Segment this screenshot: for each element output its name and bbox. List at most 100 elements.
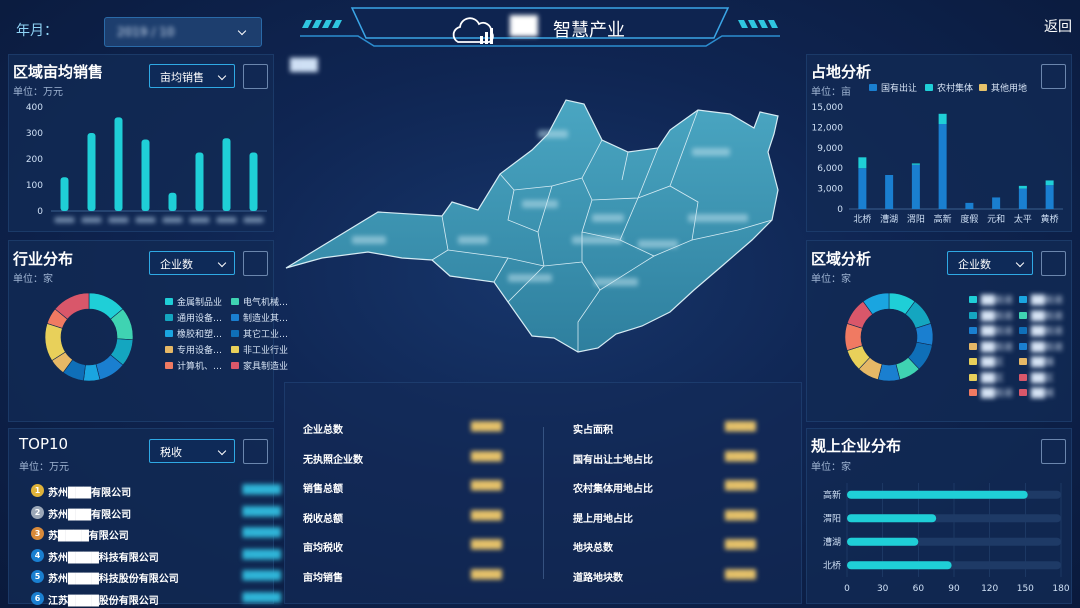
expand-icon[interactable]	[243, 439, 268, 464]
bar	[60, 177, 69, 211]
legend-swatch	[1019, 389, 1027, 396]
industry-panel: 行业分布 单位：家 企业数 金属制品业 电气机械… 通用设备… 制造业其… 橡胶和塑… 其…	[8, 240, 288, 422]
chevron-down-icon	[217, 446, 227, 456]
company-name: 苏████有限公司	[48, 531, 129, 542]
enterprise-panel: 规上企业分布 单位：家 0 30 60 90 120 150 180 高新 渭阳 漕湖 北桥	[806, 428, 1072, 604]
legend-state-owned: 国有出让	[869, 81, 917, 94]
legend-swatch	[1019, 311, 1027, 319]
table-row[interactable]: 5 苏州████科技股份有限公司 ▇▇▇▇▇	[31, 567, 281, 588]
company-value: ▇▇▇▇▇	[242, 527, 281, 538]
company-value: ▇▇▇▇▇	[242, 570, 281, 581]
legend-swatch	[231, 298, 239, 305]
region-sales-select[interactable]: 亩均销售	[149, 64, 235, 88]
bar	[249, 152, 258, 211]
select-value: 企业数	[958, 258, 991, 271]
x-tick-label: 度假	[960, 213, 978, 225]
stat-label: 企业总数	[303, 425, 343, 436]
month-select[interactable]: 2019 / 10	[104, 17, 262, 47]
chevron-down-icon	[217, 258, 227, 268]
x-tick-label: 渭阳	[907, 214, 925, 225]
chevron-down-icon	[217, 71, 227, 81]
table-row[interactable]: 2 苏州███有限公司 ▇▇▇▇▇	[31, 503, 281, 524]
y-tick-label: 漕湖	[823, 536, 841, 548]
x-tick-label	[81, 217, 102, 223]
bar-segment	[1045, 185, 1054, 209]
district-map[interactable]	[282, 90, 782, 380]
y-tick-label: 15,000	[812, 103, 844, 113]
expand-icon[interactable]	[1041, 64, 1066, 89]
table-row[interactable]: 1 苏州███有限公司 ▇▇▇▇▇	[31, 481, 281, 502]
legend-swatch	[1019, 342, 1027, 350]
bar-segment	[1018, 185, 1027, 189]
panel-unit: 单位：亩	[811, 87, 851, 98]
legend-label: 专用设备…	[177, 346, 223, 356]
legend-item: ██街道	[969, 324, 1013, 337]
x-tick-label: 高新	[934, 213, 952, 225]
stat-value: ▇▇▇▇	[725, 421, 756, 432]
panel-unit: 单位：万元	[19, 462, 69, 473]
x-tick-label	[216, 217, 237, 223]
legend-label: ██区	[1031, 373, 1054, 384]
bar-segment	[885, 175, 894, 209]
expand-icon[interactable]	[243, 251, 268, 276]
select-value: 税收	[160, 446, 182, 459]
chevron-down-icon	[1015, 258, 1025, 268]
expand-icon[interactable]	[1041, 439, 1066, 464]
legend-item: 制造业其…	[231, 311, 288, 324]
stat-value: ▇▇▇▇	[725, 509, 756, 521]
region-donut	[844, 292, 934, 382]
legend-label: ██城	[1031, 389, 1054, 399]
panel-title: 占地分析	[811, 63, 872, 81]
legend-label: ██街道	[1031, 296, 1063, 306]
legend-swatch	[969, 358, 977, 365]
table-row[interactable]: 4 苏州████科技有限公司 ▇▇▇▇▇	[31, 546, 281, 567]
bar	[847, 514, 937, 523]
legend-label: 橡胶和塑…	[177, 330, 223, 340]
y-tick-label: 0	[37, 207, 43, 217]
bar	[847, 537, 919, 546]
land-chart: 0 3,000 6,000 9,000 12,000 15,000 北桥 漕湖 渭阳 高新 度假 元和…	[812, 103, 1063, 225]
x-tick-label: 太平	[1014, 213, 1032, 225]
expand-icon[interactable]	[243, 64, 268, 89]
legend-swatch	[1019, 358, 1027, 365]
panel-title: 规上企业分布	[811, 437, 902, 455]
back-link[interactable]: 返回	[1044, 16, 1072, 36]
legend-other: 其他用地	[979, 81, 1027, 94]
company-name: 江苏████股份有限公司	[48, 595, 159, 607]
legend-collective: 农村集体	[925, 81, 973, 94]
legend-label: ██区	[981, 358, 1004, 368]
table-row[interactable]: 6 江苏████股份有限公司 ▇▇▇▇▇	[31, 589, 281, 608]
company-name: 苏州███有限公司	[48, 509, 132, 521]
legend-item: 非工业行业	[231, 343, 288, 356]
industry-select[interactable]: 企业数	[149, 251, 235, 275]
legend-swatch	[969, 342, 977, 350]
stat-value: ▇▇▇▇	[471, 421, 502, 432]
table-row[interactable]: 3 苏████有限公司 ▇▇▇▇▇	[31, 524, 281, 545]
legend-swatch	[969, 296, 977, 303]
chevron-down-icon	[237, 26, 247, 36]
company-value: ▇▇▇▇▇	[242, 548, 281, 560]
bar	[114, 117, 123, 211]
x-tick-label: 120	[981, 584, 998, 594]
select-value: 企业数	[160, 258, 193, 271]
bar-segment	[938, 113, 947, 124]
stat-label: 地块总数	[573, 543, 613, 555]
y-tick-label: 100	[26, 181, 43, 191]
legend-item: ██镇	[1019, 355, 1054, 368]
legend-item: 其它工业…	[231, 327, 288, 340]
legend-item: ██城	[1019, 386, 1054, 399]
rank-badge: 1	[31, 484, 44, 497]
expand-icon[interactable]	[1041, 251, 1066, 276]
region-select[interactable]: 企业数	[947, 251, 1033, 275]
top10-select[interactable]: 税收	[149, 439, 235, 463]
company-value: ▇▇▇▇▇	[242, 591, 281, 603]
stat-value: ▇▇▇▇	[471, 480, 502, 492]
rank-badge: 5	[31, 570, 44, 583]
bar-segment	[992, 197, 1001, 209]
legend-label: ██街道	[981, 389, 1013, 399]
rank-badge: 2	[31, 505, 44, 519]
legend-swatch	[1019, 296, 1027, 303]
legend-swatch	[869, 84, 877, 91]
legend-swatch	[165, 330, 173, 337]
region-sales-chart: 0 100 200 300 400	[26, 103, 267, 223]
